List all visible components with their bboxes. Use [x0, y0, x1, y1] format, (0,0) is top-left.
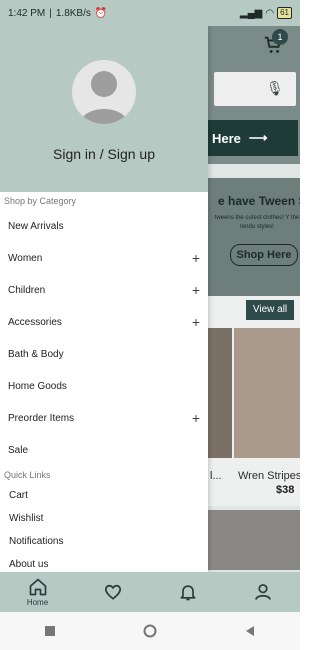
user-avatar-icon — [80, 71, 128, 124]
quick-link-notifications[interactable]: Notifications — [0, 530, 208, 553]
menu-item-preorder-items[interactable]: Preorder Items + — [0, 402, 208, 434]
microphone-icon[interactable]: 🎙 — [266, 80, 284, 98]
nav-home-label: Home — [26, 598, 49, 607]
heart-icon — [104, 584, 121, 600]
home-circle-icon[interactable] — [143, 624, 157, 638]
drawer-header: Sign in / Sign up — [0, 26, 208, 192]
menu-item-bath-body[interactable]: Bath & Body — [0, 338, 208, 370]
quick-link-wishlist[interactable]: Wishlist — [0, 507, 208, 530]
home-icon — [29, 578, 46, 596]
nav-wishlist[interactable] — [75, 572, 150, 612]
avatar[interactable] — [72, 60, 136, 124]
section-label-shop-by-category: Shop by Category — [4, 196, 77, 206]
expand-plus-icon[interactable]: + — [192, 251, 200, 265]
view-all-button[interactable]: View all — [246, 300, 294, 320]
section-label-quick-links: Quick Links — [4, 470, 51, 480]
bell-icon — [180, 585, 195, 601]
nav-notifications[interactable] — [150, 572, 225, 612]
expand-plus-icon[interactable]: + — [192, 411, 200, 425]
bg-lower-image — [208, 510, 300, 570]
product-price: $38 — [276, 484, 295, 496]
user-icon — [254, 584, 271, 600]
shop-here-button[interactable]: Shop Here — [230, 244, 298, 266]
nav-account[interactable] — [225, 572, 300, 612]
nav-home[interactable]: Home — [0, 572, 75, 612]
back-icon[interactable] — [244, 625, 256, 637]
navigation-drawer: Sign in / Sign up Shop by Category New A… — [0, 26, 208, 572]
status-bar: 1:42 PM | 1.8KB/s ⏰ ▂▄▆ ◠ 61 — [0, 0, 300, 26]
menu-item-sale[interactable]: Sale — [0, 434, 208, 466]
menu-item-home-goods[interactable]: Home Goods — [0, 370, 208, 402]
product-name[interactable]: Wren Stripes — [238, 470, 300, 482]
expand-plus-icon[interactable]: + — [192, 315, 200, 329]
wifi-icon: ◠ — [265, 7, 275, 19]
signin-link[interactable]: Sign in / Sign up — [0, 146, 208, 162]
product-image[interactable] — [208, 328, 232, 458]
banner-title: e have Tween S — [218, 194, 300, 208]
signal-icon: ▂▄▆ — [239, 7, 263, 19]
here-button[interactable]: Here ⟶ — [208, 120, 298, 156]
quick-link-cart[interactable]: Cart — [0, 484, 208, 507]
arrow-right-icon: ⟶ — [248, 130, 268, 145]
product-image[interactable] — [234, 328, 300, 458]
alarm-off-icon: ⏰ — [94, 7, 108, 19]
battery-icon: 61 — [277, 7, 292, 19]
menu-item-children[interactable]: Children + — [0, 274, 208, 306]
quick-link-about-us[interactable]: About us — [0, 553, 208, 572]
expand-plus-icon[interactable]: + — [192, 283, 200, 297]
recent-apps-icon[interactable] — [44, 625, 56, 637]
banner-subtitle: tweens the cutest clothes! Y the tendu s… — [214, 215, 300, 230]
bottom-navigation: Home — [0, 572, 300, 612]
status-time: 1:42 PM — [8, 7, 46, 19]
status-network-speed: 1.8KB/s — [55, 7, 91, 19]
cart-count-badge: 1 — [272, 29, 288, 45]
menu-item-new-arrivals[interactable]: New Arrivals — [0, 210, 208, 242]
system-navigation-bar — [0, 612, 300, 650]
product-name[interactable]: l... — [210, 470, 222, 482]
menu-item-women[interactable]: Women + — [0, 242, 208, 274]
menu-item-accessories[interactable]: Accessories + — [0, 306, 208, 338]
